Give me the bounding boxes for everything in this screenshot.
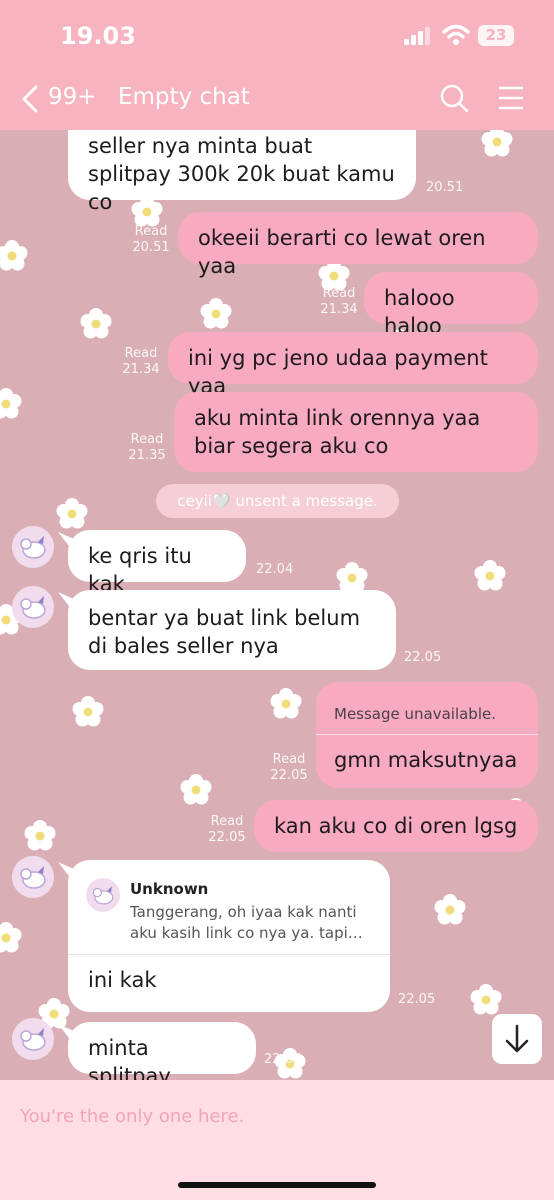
- chat-title: Empty chat: [118, 84, 250, 110]
- avatar[interactable]: [12, 586, 54, 628]
- wifi-icon: [442, 24, 470, 45]
- message-incoming[interactable]: minta splitpay: [68, 1022, 256, 1080]
- search-icon[interactable]: [439, 83, 469, 113]
- message-outgoing[interactable]: Message unavailable. gmn maksutnyaa: [316, 682, 538, 788]
- message-read-meta: Read 21.34: [122, 346, 160, 377]
- message-outgoing[interactable]: halooo haloo: [364, 272, 538, 338]
- chat-area[interactable]: seller nya minta buat splitpay 300k 20k …: [0, 130, 554, 1080]
- avatar[interactable]: [12, 526, 54, 568]
- quoted-unavailable: Message unavailable.: [334, 705, 496, 723]
- message-outgoing[interactable]: okeeii berarti co lewat oren yaa: [178, 212, 538, 278]
- message-incoming-reply[interactable]: Unknown Tanggerang, oh iyaa kak nanti ak…: [68, 860, 390, 1012]
- message-time: 22.05: [398, 992, 436, 1007]
- quoted-text: Tanggerang, oh iyaa kak nanti aku kasih …: [130, 903, 363, 942]
- avatar[interactable]: [12, 1018, 54, 1060]
- message-time: 20.51: [426, 180, 464, 195]
- message-read-meta: Read 20.51: [132, 224, 170, 255]
- arrow-down-icon: [505, 1024, 529, 1053]
- message-time: 22.04: [256, 562, 294, 577]
- message-outgoing[interactable]: kan aku co di oren lgsg: [254, 800, 538, 852]
- chat-footer: You're the only one here.: [0, 1080, 554, 1200]
- message-incoming[interactable]: seller nya minta buat splitpay 300k 20k …: [68, 130, 416, 214]
- quoted-avatar: [86, 878, 120, 912]
- message-incoming[interactable]: bentar ya buat link belum di bales selle…: [68, 590, 396, 670]
- quoted-sender: Unknown: [130, 880, 209, 898]
- message-read-meta: Read 21.34: [320, 286, 358, 317]
- status-time: 19.03: [60, 22, 136, 50]
- message-outgoing[interactable]: ini yg pc jeno udaa payment yaa: [168, 332, 538, 398]
- system-notice: ceyii🤍 unsent a message.: [156, 484, 399, 518]
- message-incoming[interactable]: ke qris itu kak: [68, 530, 246, 596]
- message-outgoing[interactable]: aku minta link orennya yaa biar segera a…: [174, 392, 538, 472]
- chat-header: 19.03 23 99+ Empty chat: [0, 0, 554, 130]
- menu-icon[interactable]: [498, 86, 524, 110]
- message-time: 22.05: [404, 650, 442, 665]
- scroll-to-bottom-button[interactable]: [492, 1014, 542, 1064]
- message-text: gmn maksutnyaa: [334, 748, 518, 772]
- message-read-meta: Read 22.05: [208, 814, 246, 845]
- quote-divider: [316, 734, 538, 735]
- message-text: ini kak: [88, 968, 157, 992]
- battery-icon: 23: [478, 25, 514, 46]
- avatar[interactable]: [12, 856, 54, 898]
- unread-count[interactable]: 99+: [48, 84, 97, 110]
- signal-icon: [404, 27, 430, 45]
- empty-chat-notice: You're the only one here.: [20, 1106, 245, 1127]
- message-read-meta: Read 22.05: [270, 752, 308, 783]
- back-chevron-icon[interactable]: [18, 84, 44, 114]
- message-time: 22.06: [264, 1052, 302, 1067]
- home-indicator[interactable]: [178, 1182, 376, 1188]
- quote-divider: [68, 954, 390, 955]
- message-read-meta: Read 21.35: [128, 432, 166, 463]
